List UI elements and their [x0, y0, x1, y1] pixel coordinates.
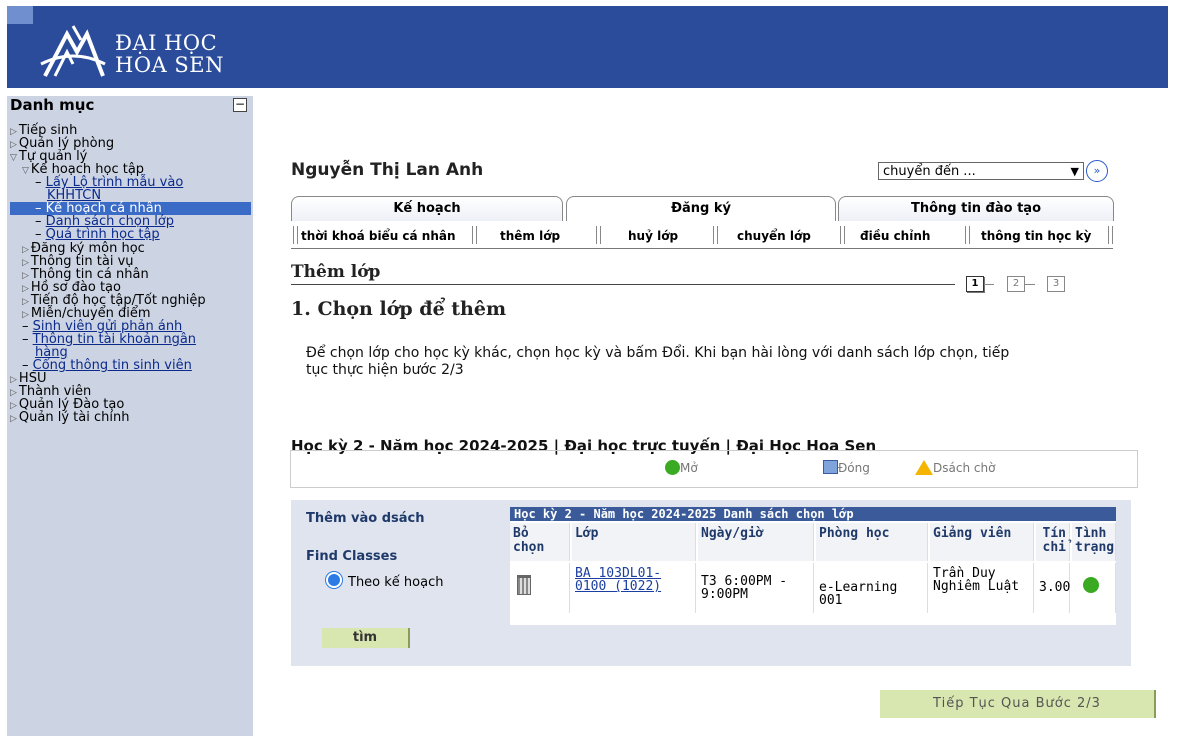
closed-square-icon [823, 460, 838, 474]
radio-label: Theo kế hoạch [348, 575, 444, 590]
legend-open-label: Mở [680, 461, 698, 475]
step-indicator-3: 3 [1047, 276, 1065, 292]
chevron-down-icon: ▼ [1070, 165, 1079, 178]
open-circle-icon [665, 460, 680, 475]
column-header: Lớp [572, 523, 696, 561]
triangle-right-icon: ▷ [22, 258, 29, 268]
triangle-right-icon: ▷ [22, 297, 29, 307]
sidebar-item-label: Quản lý tài chính [18, 410, 130, 425]
table-cell-instructor: Trần Duy Nghiêm Luật [930, 563, 1034, 613]
triangle-down-icon: ▽ [22, 166, 29, 176]
tab-dang-ky[interactable]: Đăng ký [566, 196, 836, 221]
instruction-text: Để chọn lớp cho học kỳ khác, chọn học kỳ… [306, 345, 1010, 378]
header-corner [7, 6, 33, 24]
open-status-icon [1083, 577, 1099, 593]
sidebar-title: Danh mục [10, 96, 95, 114]
radio-selected-icon[interactable] [326, 572, 342, 588]
subtab-separator [965, 226, 970, 244]
cart-title: Học kỳ 2 - Năm học 2024-2025 Danh sách c… [510, 507, 1116, 521]
goto-select[interactable]: chuyển đến ... ▼ [878, 162, 1084, 180]
enrollment-cart: Học kỳ 2 - Năm học 2024-2025 Danh sách c… [510, 507, 1116, 625]
column-header: Phòng học [816, 523, 928, 561]
subtab-chuyen-lop[interactable]: chuyển lớp [737, 229, 811, 243]
tab-thong-tin-dao-tao[interactable]: Thông tin đào tạo [838, 196, 1114, 221]
step-connector [1025, 284, 1035, 285]
step-heading: 1. Chọn lớp để thêm [291, 298, 507, 320]
logo-line-1: ĐẠI HỌC [115, 31, 218, 55]
triangle-right-icon: ▷ [22, 284, 29, 294]
header-banner: ĐẠI HỌC HOA SEN [7, 6, 1168, 88]
radio-theo-ke-hoach[interactable]: Theo kế hoạch [326, 572, 443, 590]
triangle-right-icon: ▷ [10, 127, 17, 137]
minus-box-icon[interactable]: − [233, 98, 247, 112]
legend-waitlist: Dsách chờ [915, 460, 995, 475]
double-chevron-right-icon[interactable]: » [1086, 160, 1108, 182]
table-cell-delete [510, 563, 570, 613]
class-link[interactable]: BA 103DL01-0100 (1022) [575, 566, 661, 594]
column-header: Bỏ chọn [510, 523, 570, 561]
sidebar-item-quan-ly-tai-chinh[interactable]: ▷ Quản lý tài chính [10, 411, 129, 426]
legend-waitlist-label: Dsách chờ [933, 461, 996, 475]
triangle-right-icon: ▷ [10, 401, 17, 411]
next-step-button[interactable]: Tiếp Tục Qua Bước 2/3 [880, 690, 1156, 718]
trash-icon[interactable] [517, 575, 531, 595]
sidebar-link-qua-trinh-hoc-tap[interactable]: – Quá trình học tập [35, 228, 160, 241]
subtab-dieu-chinh[interactable]: điều chỉnh [860, 229, 930, 243]
subtab-separator [713, 226, 718, 244]
tab-ke-hoach[interactable]: Kế hoạch [291, 196, 563, 221]
legend-closed: Đóng [823, 460, 870, 475]
column-header: Ngày/giờ [698, 523, 814, 561]
step-indicator-2: 2 [1007, 276, 1025, 292]
step-indicator-1: 1 [966, 276, 984, 292]
subtab-thoi-khoa-bieu[interactable]: thời khoá biểu cá nhân [301, 229, 456, 243]
step-connector [984, 284, 994, 285]
triangle-right-icon: ▷ [10, 414, 17, 424]
subtab-huy-lop[interactable]: huỷ lớp [628, 229, 678, 243]
sidebar-link-label[interactable]: Quá trình học tập [46, 227, 160, 242]
find-classes-label: Find Classes [306, 549, 398, 564]
status-legend: Mở Đóng Dsách chờ [290, 450, 1138, 488]
triangle-right-icon: ▷ [10, 140, 17, 150]
subtab-them-lop[interactable]: thêm lớp [500, 229, 560, 243]
subtab-separator [596, 226, 601, 244]
column-header: Tình trạng [1072, 523, 1116, 561]
tab-label: Kế hoạch [393, 201, 461, 216]
logo-line-2: HOA SEN [115, 53, 224, 77]
section-title: Thêm lớp [291, 262, 381, 282]
subtab-separator [1108, 226, 1113, 244]
legend-closed-label: Đóng [838, 461, 870, 475]
subtab-bar: thời khoá biểu cá nhân thêm lớp huỷ lớp … [291, 226, 1113, 249]
tab-label: Đăng ký [671, 201, 731, 216]
sidebar-link-label[interactable]: Cổng thông tin sinh viên [33, 358, 192, 373]
add-to-list-label: Thêm vào dsách [306, 511, 425, 526]
university-logo-text: ĐẠI HỌC HOA SEN [115, 32, 224, 76]
table-cell-credits: 3.00 [1036, 563, 1070, 613]
find-button[interactable]: tìm [322, 628, 410, 648]
subtab-separator [840, 226, 845, 244]
student-name: Nguyễn Thị Lan Anh [291, 160, 484, 180]
legend-open: Mở [665, 460, 698, 475]
subtab-separator [472, 226, 477, 244]
triangle-right-icon: ▷ [22, 271, 29, 281]
tab-label: Thông tin đào tạo [910, 201, 1042, 216]
subtab-thong-tin-hoc-ky[interactable]: thông tin học kỳ [981, 229, 1091, 243]
waitlist-triangle-icon [915, 460, 933, 475]
title-divider [291, 284, 955, 285]
triangle-right-icon: ▷ [10, 375, 17, 385]
sidebar-link-cong-thong-tin[interactable]: – Cổng thông tin sinh viên [22, 359, 192, 372]
goto-select-value: chuyển đến ... [883, 164, 976, 179]
table-cell-class: BA 103DL01-0100 (1022) [572, 563, 696, 613]
table-cell-datetime: T3 6:00PM - 9:00PM [698, 563, 814, 613]
triangle-right-icon: ▷ [22, 245, 29, 255]
triangle-down-icon: ▽ [10, 153, 17, 163]
triangle-right-icon: ▷ [10, 388, 17, 398]
column-header: Giảng viên [930, 523, 1034, 561]
university-logo-icon[interactable] [37, 18, 109, 80]
sidebar-menu: Danh mục − ▷ Tiếp sinh ▷ Quản lý phòng ▽ Tự… [7, 96, 253, 736]
column-header: Tín chỉ [1036, 523, 1070, 561]
subtab-separator [293, 226, 298, 244]
table-cell-status [1072, 563, 1116, 613]
table-cell-room: e-Learning 001 [816, 563, 928, 613]
